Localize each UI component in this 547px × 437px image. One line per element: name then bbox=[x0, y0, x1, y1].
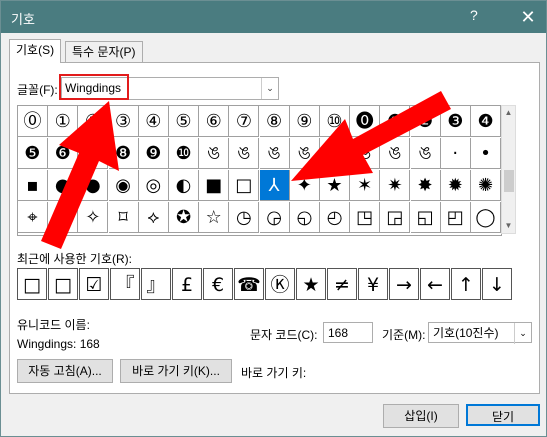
shortcut-key-label: 바로 가기 키: bbox=[241, 366, 307, 380]
recent-symbol[interactable]: → bbox=[389, 268, 419, 300]
close-icon[interactable]: ✕ bbox=[511, 1, 545, 33]
scroll-thumb[interactable] bbox=[504, 170, 514, 192]
chevron-down-icon[interactable]: ⌄ bbox=[514, 323, 531, 344]
recent-symbol[interactable]: ¥ bbox=[358, 268, 388, 300]
recent-symbol[interactable]: £ bbox=[172, 268, 202, 300]
symbol-cell[interactable]: ◷ bbox=[229, 202, 260, 233]
title-bar: 기호 ? ✕ bbox=[1, 1, 546, 33]
symbol-cell[interactable]: ◱ bbox=[410, 202, 441, 233]
autocorrect-button[interactable]: 자동 고침(A)... bbox=[17, 359, 113, 383]
recent-symbol[interactable]: € bbox=[203, 268, 233, 300]
unicode-name-label: 유니코드 이름: bbox=[17, 318, 90, 332]
char-code-input[interactable]: 168 bbox=[323, 322, 373, 343]
symbol-cell[interactable]: • bbox=[471, 138, 501, 169]
symbol-cell[interactable]: ঙ bbox=[229, 138, 260, 169]
symbol-cell[interactable]: ◴ bbox=[320, 202, 350, 233]
unicode-name-value: Wingdings: 168 bbox=[17, 337, 100, 351]
shortcut-key-button[interactable]: 바로 가기 키(K)... bbox=[120, 359, 232, 383]
symbol-cell[interactable]: ⑥ bbox=[199, 106, 230, 137]
symbol-cell[interactable]: ❹ bbox=[471, 106, 501, 137]
symbol-cell[interactable]: ◶ bbox=[259, 202, 290, 233]
recent-symbol[interactable]: 『 bbox=[110, 268, 140, 300]
red-arrow-annotation-right bbox=[291, 91, 451, 181]
recent-symbol[interactable]: □ bbox=[17, 268, 47, 300]
base-value: 기호(10진수) bbox=[433, 326, 499, 340]
tab-special-characters[interactable]: 특수 문자(P) bbox=[65, 41, 143, 62]
symbol-cell[interactable]: ✺ bbox=[471, 170, 501, 201]
dialog-title: 기호 bbox=[11, 12, 35, 27]
recent-symbol[interactable]: □ bbox=[48, 268, 78, 300]
symbol-cell[interactable]: ঙ bbox=[199, 138, 230, 169]
symbol-cell[interactable]: ■ bbox=[199, 170, 230, 201]
recent-symbol[interactable]: ☎ bbox=[234, 268, 264, 300]
scroll-down-icon[interactable]: ▼ bbox=[502, 221, 515, 230]
char-code-label: 문자 코드(C): bbox=[250, 328, 318, 342]
recent-symbol[interactable]: Ⓚ bbox=[265, 268, 295, 300]
recent-symbol[interactable]: ☑ bbox=[79, 268, 109, 300]
symbol-cell[interactable]: ◰ bbox=[440, 202, 471, 233]
scroll-up-icon[interactable]: ▲ bbox=[502, 108, 515, 117]
chevron-down-icon[interactable]: ⌄ bbox=[261, 78, 278, 99]
recent-symbol[interactable]: ← bbox=[420, 268, 450, 300]
recent-symbol[interactable]: ↑ bbox=[451, 268, 481, 300]
recent-symbol[interactable]: ↓ bbox=[482, 268, 512, 300]
symbol-cell[interactable]: ❿ bbox=[169, 138, 199, 169]
symbol-cell[interactable]: ⑤ bbox=[169, 106, 199, 137]
symbol-cell[interactable]: ⑦ bbox=[229, 106, 260, 137]
close-button[interactable]: 닫기 bbox=[466, 404, 540, 426]
recent-symbol[interactable]: ★ bbox=[296, 268, 326, 300]
symbol-cell[interactable]: ☆ bbox=[199, 202, 230, 233]
symbol-cell[interactable]: ✪ bbox=[169, 202, 199, 233]
symbol-dialog: 기호 ? ✕ 기호(S) 특수 문자(P) 글꼴(F): Wingdings ⌄… bbox=[0, 0, 547, 437]
symbol-cell[interactable]: ◐ bbox=[169, 170, 199, 201]
grid-scrollbar[interactable]: ▲ ▼ bbox=[501, 105, 516, 234]
base-select[interactable]: 기호(10진수) ⌄ bbox=[428, 322, 532, 344]
symbol-cell[interactable]: □ bbox=[229, 170, 260, 201]
recent-symbol[interactable]: ≠ bbox=[327, 268, 357, 300]
base-label: 기준(M): bbox=[382, 328, 426, 342]
symbol-cell[interactable]: ◳ bbox=[350, 202, 381, 233]
symbol-cell[interactable]: ◯ bbox=[471, 202, 501, 233]
help-button[interactable]: ? bbox=[470, 7, 478, 23]
tab-symbols[interactable]: 기호(S) bbox=[9, 39, 62, 63]
symbol-cell[interactable]: ◲ bbox=[380, 202, 411, 233]
insert-button[interactable]: 삽입(I) bbox=[383, 404, 459, 428]
recent-symbol[interactable]: 』 bbox=[141, 268, 171, 300]
red-arrow-annotation-left bbox=[41, 101, 119, 249]
symbol-cell[interactable]: ◵ bbox=[289, 202, 320, 233]
